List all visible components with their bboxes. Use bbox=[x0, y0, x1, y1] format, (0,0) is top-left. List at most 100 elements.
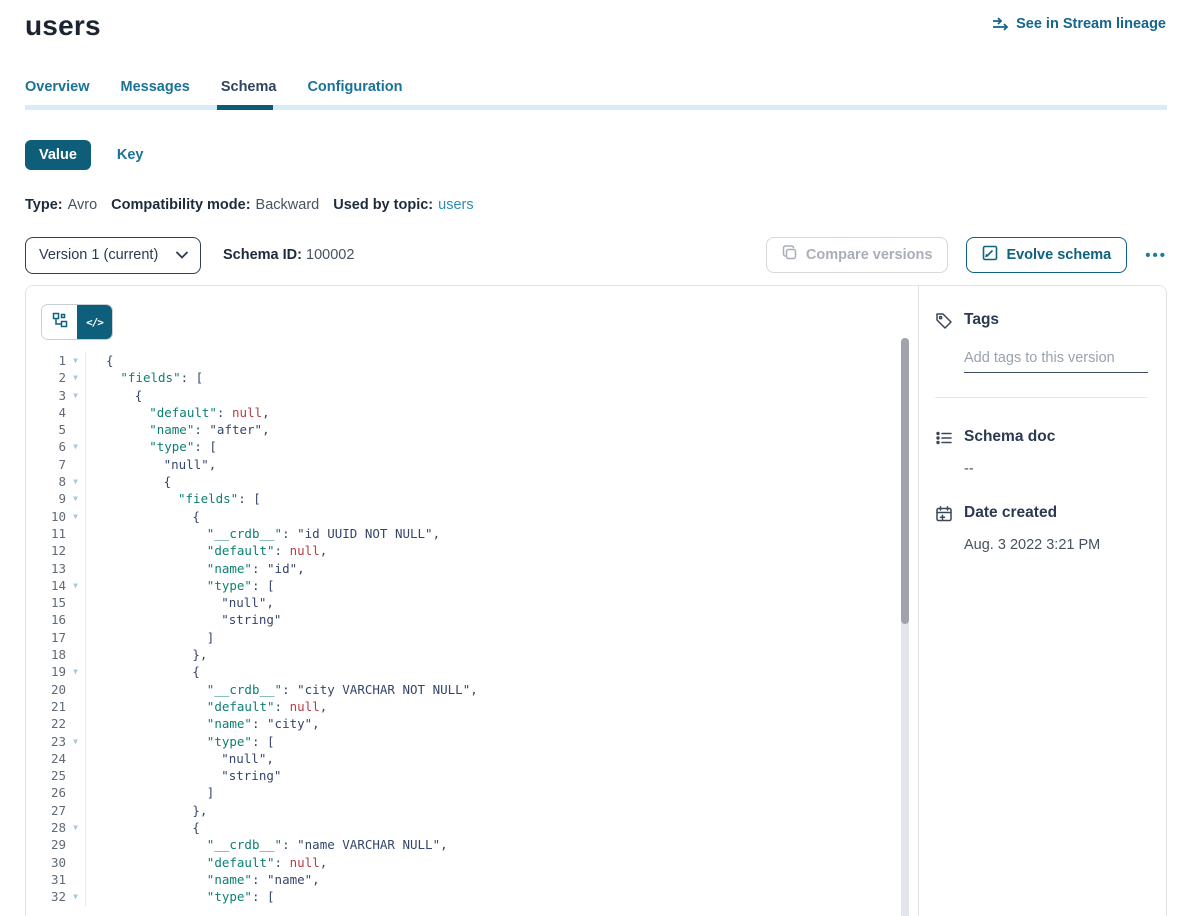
fold-caret-empty bbox=[66, 836, 85, 853]
tab-configuration[interactable]: Configuration bbox=[307, 76, 402, 105]
code-content: ] bbox=[85, 629, 214, 646]
code-line: 9▼"fields": [ bbox=[26, 490, 918, 507]
schema-sidebar: Tags Schema doc -- bbox=[918, 286, 1166, 916]
line-number: 14 bbox=[26, 577, 66, 594]
more-options-button[interactable]: ••• bbox=[1145, 247, 1167, 264]
used-by-topic-label: Used by topic: bbox=[333, 197, 433, 213]
code-line: 16 "string" bbox=[26, 611, 918, 628]
fold-caret-icon[interactable]: ▼ bbox=[66, 352, 85, 369]
line-number: 32 bbox=[26, 888, 66, 905]
code-view-button[interactable]: </> bbox=[77, 305, 112, 339]
fold-caret-icon[interactable]: ▼ bbox=[66, 438, 85, 455]
line-number: 10 bbox=[26, 508, 66, 525]
code-content: "string" bbox=[85, 611, 281, 628]
line-number: 4 bbox=[26, 404, 66, 421]
fold-caret-icon[interactable]: ▼ bbox=[66, 663, 85, 680]
line-number: 23 bbox=[26, 733, 66, 750]
line-number: 8 bbox=[26, 473, 66, 490]
fold-caret-icon[interactable]: ▼ bbox=[66, 490, 85, 507]
code-content: "name": "city", bbox=[85, 715, 320, 732]
fold-caret-icon[interactable]: ▼ bbox=[66, 577, 85, 594]
line-number: 31 bbox=[26, 871, 66, 888]
code-line: 5"name": "after", bbox=[26, 421, 918, 438]
code-content: "fields": [ bbox=[85, 490, 261, 507]
date-created-section: Date created bbox=[935, 504, 1148, 528]
line-number: 25 bbox=[26, 767, 66, 784]
code-content: "fields": [ bbox=[85, 369, 203, 386]
page-header: users See in Stream lineage bbox=[25, 0, 1167, 52]
fold-caret-empty bbox=[66, 646, 85, 663]
fold-caret-empty bbox=[66, 542, 85, 559]
key-toggle-link[interactable]: Key bbox=[117, 147, 144, 163]
tab-underline bbox=[25, 105, 1167, 110]
fold-caret-empty bbox=[66, 681, 85, 698]
fold-caret-empty bbox=[66, 421, 85, 438]
fold-caret-empty bbox=[66, 594, 85, 611]
code-content: "null", bbox=[85, 750, 274, 767]
tab-bar: Overview Messages Schema Configuration bbox=[25, 76, 1167, 105]
line-number: 11 bbox=[26, 525, 66, 542]
line-number: 24 bbox=[26, 750, 66, 767]
code-line: 20"__crdb__": "city VARCHAR NOT NULL", bbox=[26, 681, 918, 698]
code-content: "default": null, bbox=[85, 404, 270, 421]
code-content: { bbox=[85, 819, 200, 836]
editor-scrollbar-thumb[interactable] bbox=[901, 338, 909, 624]
code-line: 13"name": "id", bbox=[26, 560, 918, 577]
schema-code-panel: </> 1▼{2▼"fields": [3▼{4"default": null,… bbox=[26, 286, 918, 916]
editor-scrollbar-track[interactable] bbox=[901, 338, 909, 916]
tag-icon bbox=[935, 311, 953, 335]
schema-view-toggle: </> bbox=[41, 304, 113, 340]
line-number: 18 bbox=[26, 646, 66, 663]
tab-overview[interactable]: Overview bbox=[25, 76, 90, 105]
chevron-down-icon bbox=[176, 247, 188, 263]
compare-versions-button[interactable]: Compare versions bbox=[766, 237, 949, 273]
code-line: 15"null", bbox=[26, 594, 918, 611]
code-line: 6▼"type": [ bbox=[26, 438, 918, 455]
tree-view-button[interactable] bbox=[42, 305, 77, 339]
code-line: 25"string" bbox=[26, 767, 918, 784]
schema-doc-value: -- bbox=[964, 461, 1148, 477]
fold-caret-icon[interactable]: ▼ bbox=[66, 387, 85, 404]
fold-caret-icon[interactable]: ▼ bbox=[66, 733, 85, 750]
version-dropdown-value: Version 1 (current) bbox=[39, 247, 158, 263]
line-number: 19 bbox=[26, 663, 66, 680]
fold-caret-icon[interactable]: ▼ bbox=[66, 473, 85, 490]
compatibility-label: Compatibility mode: bbox=[111, 197, 250, 213]
line-number: 16 bbox=[26, 611, 66, 628]
tab-messages[interactable]: Messages bbox=[121, 76, 190, 105]
evolve-schema-button[interactable]: Evolve schema bbox=[966, 237, 1127, 273]
copy-icon bbox=[782, 245, 798, 265]
tree-view-icon bbox=[52, 312, 68, 333]
fold-caret-empty bbox=[66, 715, 85, 732]
line-number: 17 bbox=[26, 629, 66, 646]
value-toggle-button[interactable]: Value bbox=[25, 140, 91, 170]
line-number: 1 bbox=[26, 352, 66, 369]
schema-page: users See in Stream lineage Overview Mes… bbox=[0, 0, 1189, 916]
fold-caret-empty bbox=[66, 629, 85, 646]
fold-caret-empty bbox=[66, 767, 85, 784]
type-value: Avro bbox=[68, 197, 98, 213]
see-in-stream-lineage-link[interactable]: See in Stream lineage bbox=[992, 16, 1166, 32]
fold-caret-icon[interactable]: ▼ bbox=[66, 508, 85, 525]
line-number: 27 bbox=[26, 802, 66, 819]
fold-caret-icon[interactable]: ▼ bbox=[66, 819, 85, 836]
code-content: "null", bbox=[85, 456, 216, 473]
topic-link[interactable]: users bbox=[438, 197, 473, 213]
line-number: 29 bbox=[26, 836, 66, 853]
line-number: 3 bbox=[26, 387, 66, 404]
version-dropdown[interactable]: Version 1 (current) bbox=[25, 237, 201, 274]
fold-caret-icon[interactable]: ▼ bbox=[66, 369, 85, 386]
code-line: 7"null", bbox=[26, 456, 918, 473]
type-label: Type: bbox=[25, 197, 63, 213]
code-content: "name": "id", bbox=[85, 560, 305, 577]
add-tags-input[interactable] bbox=[964, 348, 1148, 373]
code-content: }, bbox=[85, 646, 207, 663]
tab-schema[interactable]: Schema bbox=[221, 76, 277, 105]
code-line: 4 "default": null, bbox=[26, 404, 918, 421]
stream-lineage-icon bbox=[992, 17, 1009, 31]
code-content: { bbox=[85, 473, 171, 490]
line-number: 5 bbox=[26, 421, 66, 438]
fold-caret-icon[interactable]: ▼ bbox=[66, 888, 85, 905]
fold-caret-empty bbox=[66, 871, 85, 888]
evolve-schema-label: Evolve schema bbox=[1006, 247, 1111, 263]
